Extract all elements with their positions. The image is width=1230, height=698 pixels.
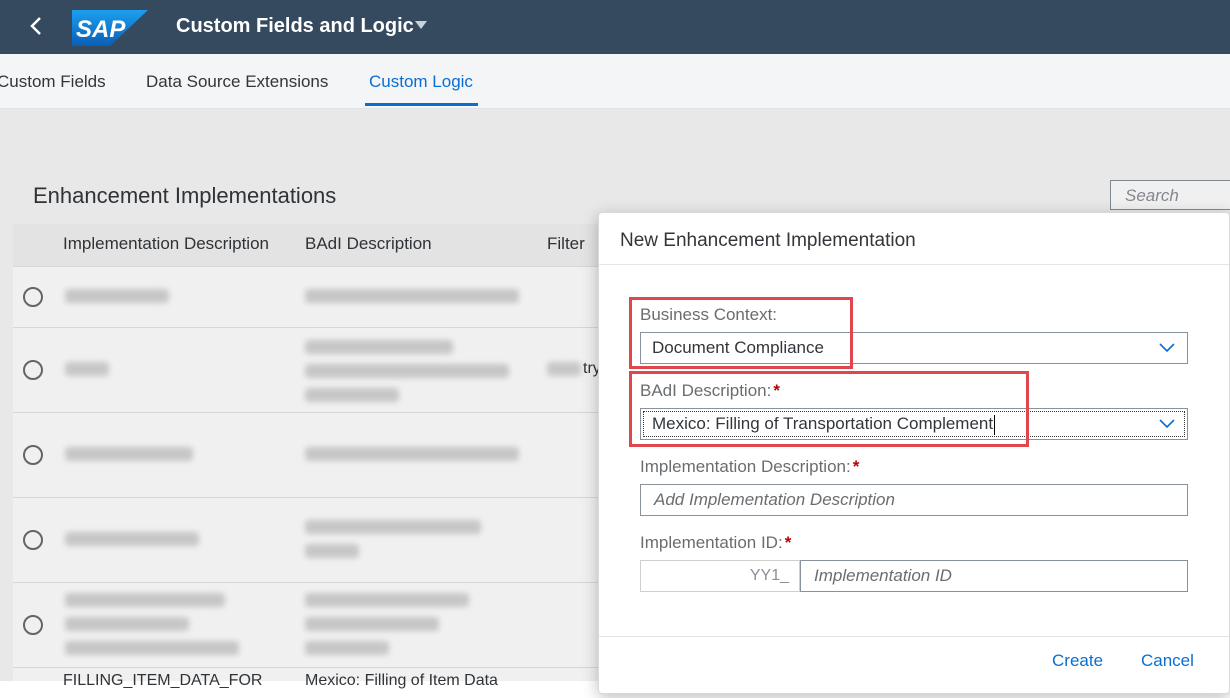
highlight-box-badi-description — [629, 371, 1029, 447]
highlight-box-business-context — [629, 297, 853, 369]
required-mark: * — [784, 533, 792, 552]
create-button[interactable]: Create — [1052, 651, 1103, 671]
implementation-id-label-text: Implementation ID: — [640, 533, 783, 552]
dialog-header-divider — [599, 264, 1229, 265]
implementation-description-placeholder: Add Implementation Description — [654, 490, 895, 509]
sap-logo[interactable]: SAP — [72, 10, 148, 46]
chevron-down-icon[interactable] — [1159, 419, 1175, 429]
tab-custom-fields[interactable]: Custom Fields — [0, 71, 106, 93]
logo-text: SAP — [76, 16, 126, 43]
chevron-down-icon[interactable] — [1159, 343, 1175, 353]
shell-bar: SAP Custom Fields and Logic — [0, 0, 1230, 54]
back-icon[interactable] — [22, 12, 50, 40]
implementation-description-label: Implementation Description: * — [640, 457, 859, 477]
app-title[interactable]: Custom Fields and Logic — [176, 13, 414, 39]
implementation-id-prefix-text: YY1_ — [749, 567, 789, 584]
required-mark: * — [852, 457, 860, 476]
new-enhancement-dialog: New Enhancement Implementation Business … — [598, 212, 1230, 694]
cancel-button[interactable]: Cancel — [1141, 651, 1194, 671]
implementation-id-prefix: YY1_ — [640, 560, 800, 592]
caret-down-icon[interactable] — [414, 20, 428, 30]
tab-bar: Custom Fields Data Source Extensions Cus… — [0, 54, 1230, 109]
implementation-id-label: Implementation ID: * — [640, 533, 791, 553]
dialog-title: New Enhancement Implementation — [620, 230, 916, 251]
implementation-id-input[interactable]: Implementation ID — [800, 560, 1188, 592]
dialog-footer-divider — [599, 636, 1229, 637]
tab-custom-logic[interactable]: Custom Logic — [369, 71, 473, 93]
implementation-description-label-text: Implementation Description: — [640, 457, 851, 476]
tab-data-source-extensions[interactable]: Data Source Extensions — [146, 71, 328, 93]
implementation-id-placeholder: Implementation ID — [814, 566, 952, 585]
active-tab-indicator — [365, 103, 478, 106]
implementation-description-input[interactable]: Add Implementation Description — [640, 484, 1188, 516]
